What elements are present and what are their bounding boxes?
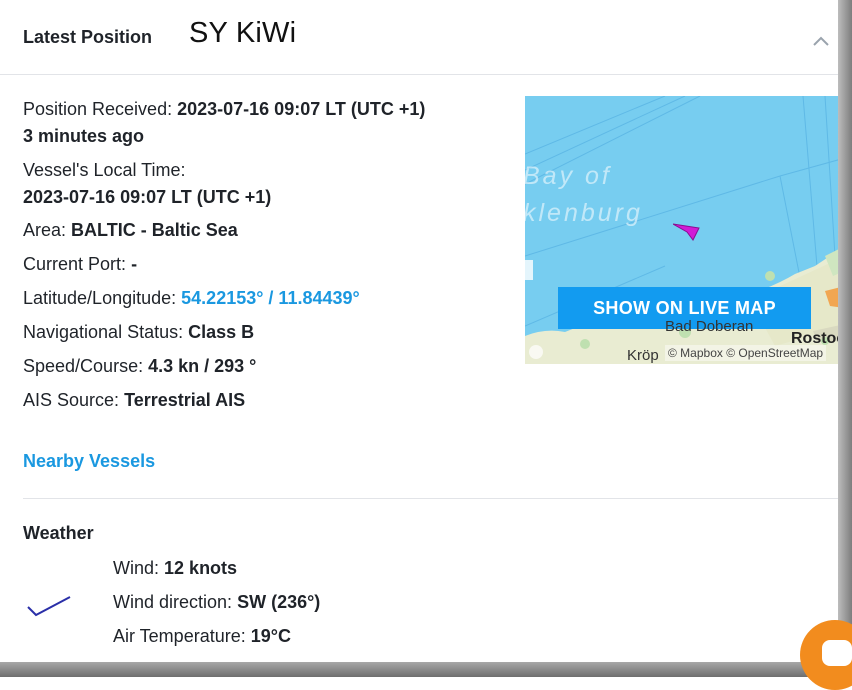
air-temperature-label: Air Temperature:	[113, 626, 246, 646]
current-port-label: Current Port:	[23, 254, 127, 274]
map-attribution[interactable]: © Mapbox © OpenStreetMap	[665, 345, 827, 361]
air-temperature-row: Air Temperature: 19°C	[113, 619, 320, 653]
position-details: Position Received: 2023-07-16 09:07 LT (…	[23, 96, 503, 417]
ais-source-row: AIS Source: Terrestrial AIS	[23, 383, 503, 417]
area-row: Area: BALTIC - Baltic Sea	[23, 213, 503, 247]
lat-lon-row: Latitude/Longitude: 54.22153° / 11.84439…	[23, 281, 503, 315]
speed-course-value: 4.3 kn / 293 °	[148, 356, 257, 376]
chat-icon	[822, 640, 852, 666]
vessel-position-card: Latest Position SY KiWi Position Receive…	[0, 0, 839, 662]
position-received-label: Position Received:	[23, 99, 173, 119]
position-received-ago: 3 minutes ago	[23, 123, 503, 150]
map-label-bay: Bay of	[525, 162, 612, 190]
weather-details: Wind: 12 knots Wind direction: SW (236°)…	[113, 551, 320, 653]
wind-value: 12 knots	[164, 558, 238, 578]
speed-course-row: Speed/Course: 4.3 kn / 293 °	[23, 349, 503, 383]
lat-lon-link[interactable]: 54.22153° / 11.84439°	[181, 288, 360, 308]
area-value: BALTIC - Baltic Sea	[71, 220, 238, 240]
wind-direction-row: Wind direction: SW (236°)	[113, 585, 320, 619]
nav-status-label: Navigational Status:	[23, 322, 184, 342]
vessel-marker-icon[interactable]	[673, 222, 701, 242]
wind-row: Wind: 12 knots	[113, 551, 320, 585]
local-time-label: Vessel's Local Time:	[23, 160, 186, 180]
nearby-vessels-link-row: Nearby Vessels	[23, 451, 155, 472]
wind-direction-value: SW (236°)	[237, 592, 321, 612]
scrollbar-shadow-right	[838, 0, 852, 677]
chevron-up-icon[interactable]	[812, 33, 830, 49]
speed-course-label: Speed/Course:	[23, 356, 144, 376]
scrollbar-shadow-bottom	[0, 662, 852, 677]
local-time-value-row: 2023-07-16 09:07 LT (UTC +1)	[23, 184, 503, 211]
area-label: Area:	[23, 220, 67, 240]
position-received-row: Position Received: 2023-07-16 09:07 LT (…	[23, 96, 503, 123]
vessel-name-title: SY KiWi	[189, 17, 297, 49]
mapbox-logo-icon	[529, 345, 543, 359]
nav-status-row: Navigational Status: Class B	[23, 315, 503, 349]
position-received-ago-text: 3 minutes ago	[23, 126, 145, 146]
card-header[interactable]: Latest Position SY KiWi	[0, 0, 838, 75]
lat-lon-label: Latitude/Longitude:	[23, 288, 177, 308]
weather-title: Weather	[23, 523, 94, 543]
map-town-bad-doberan: Bad Doberan	[665, 318, 754, 335]
card-title: Latest Position	[23, 27, 153, 47]
wind-direction-label: Wind direction:	[113, 592, 233, 612]
ais-source-label: AIS Source:	[23, 390, 120, 410]
current-port-value: -	[131, 254, 138, 274]
current-port-row: Current Port: -	[23, 247, 503, 281]
air-temperature-value: 19°C	[250, 626, 291, 646]
local-time-value: 2023-07-16 09:07 LT (UTC +1)	[23, 187, 272, 207]
nearby-vessels-link[interactable]: Nearby Vessels	[23, 451, 155, 471]
wind-label: Wind:	[113, 558, 160, 578]
ais-source-value: Terrestrial AIS	[124, 390, 246, 410]
wind-direction-icon	[27, 596, 71, 617]
position-received-value: 2023-07-16 09:07 LT (UTC +1)	[177, 99, 426, 119]
nav-status-value: Class B	[188, 322, 255, 342]
section-divider	[23, 498, 838, 499]
map-town-kropelin: Kröp	[627, 347, 659, 364]
local-time-label-row: Vessel's Local Time:	[23, 157, 503, 184]
mini-map[interactable]: Bay of klenburg SHOW ON LIVE MAP Bad Dob…	[525, 96, 838, 364]
map-label-bay-2: klenburg	[525, 199, 643, 227]
